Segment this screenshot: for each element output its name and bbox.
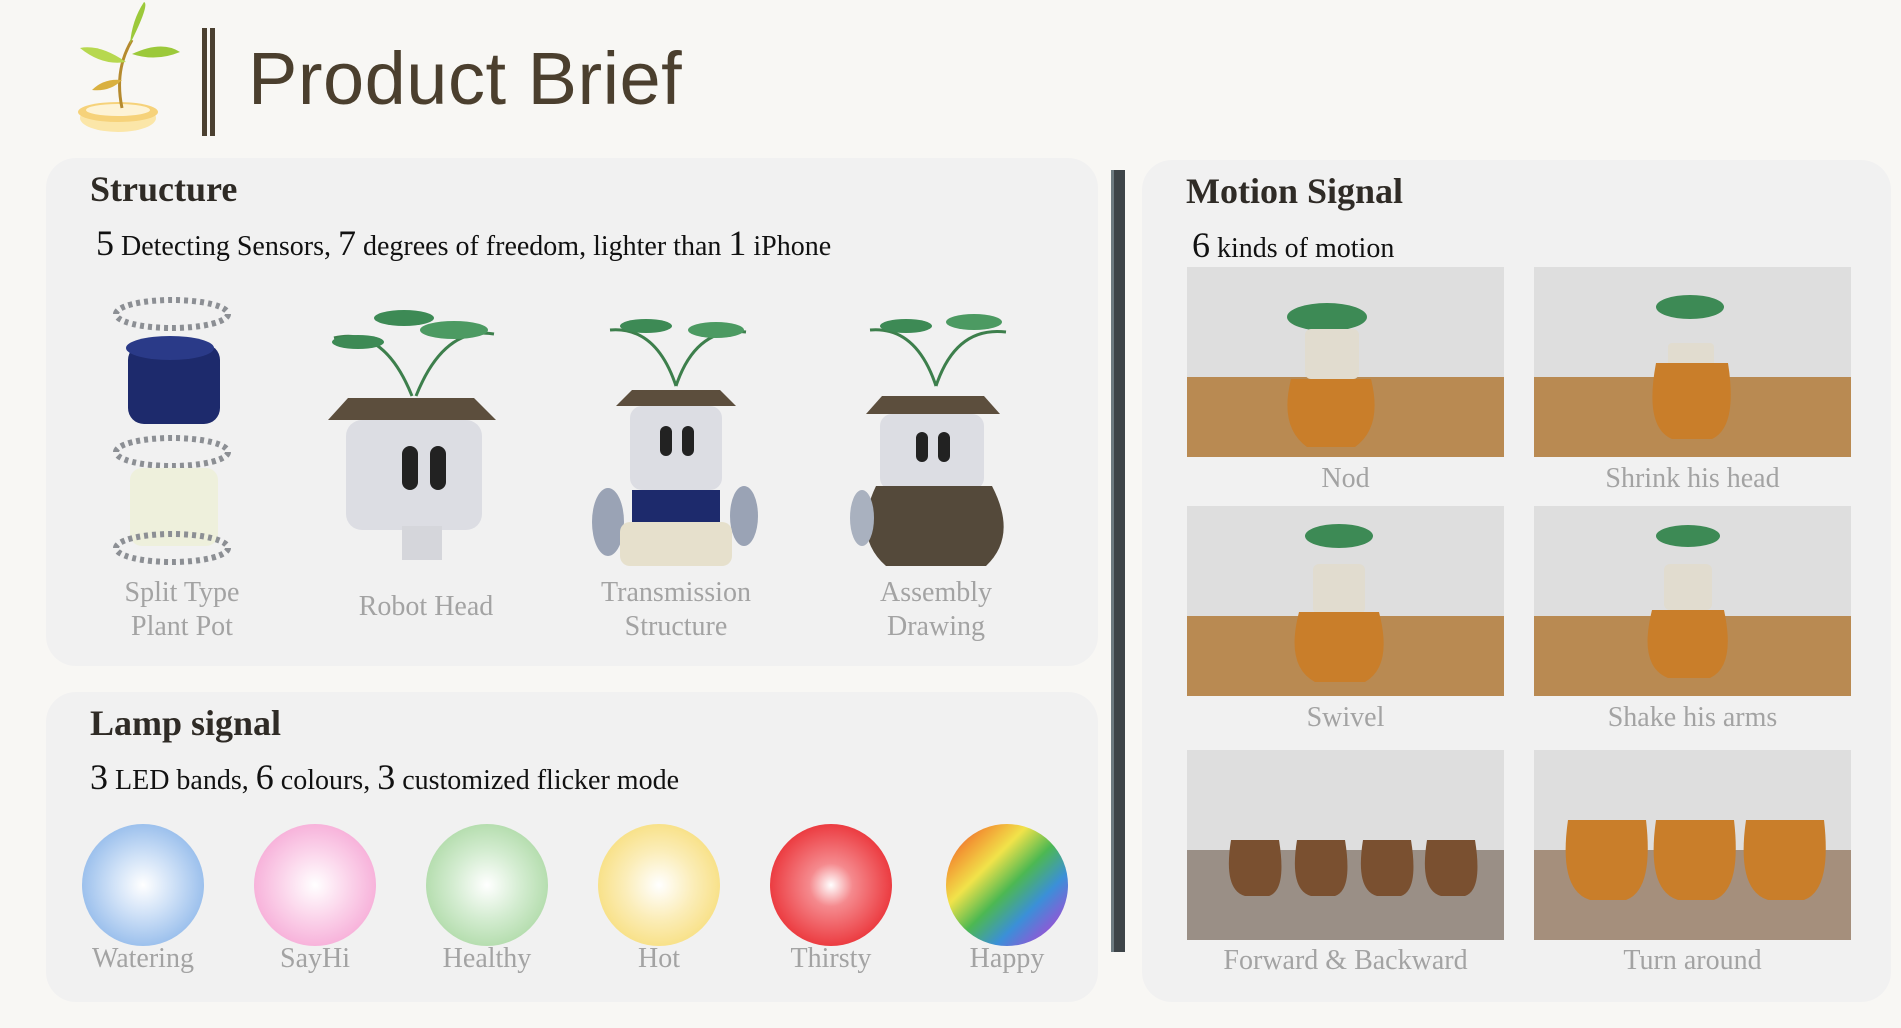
structure-panel: Structure 5 Detecting Sensors, 7 degrees…: [46, 158, 1098, 666]
motion-thumb-shrink-head: [1534, 267, 1851, 457]
plant-sprout-logo: [78, 2, 180, 132]
led-label-sayhi: SayHi: [280, 943, 350, 974]
led-happy: [946, 824, 1068, 946]
motion-title: Motion Signal: [1186, 171, 1404, 211]
motion-label-swivel: Swivel: [1306, 702, 1385, 733]
led-label-hot: Hot: [638, 943, 680, 974]
led-thirsty: [770, 824, 892, 946]
split-pot-image: [113, 297, 231, 565]
robot-head-image: [328, 310, 496, 560]
led-healthy: [426, 824, 548, 946]
lamp-panel: Lamp signal 3 LED bands, 6 colours, 3 cu…: [46, 692, 1098, 1002]
page-title: Product Brief: [248, 37, 683, 120]
caption-split-pot: Split Type Plant Pot: [124, 577, 240, 642]
transmission-structure-image: [592, 319, 758, 566]
structure-stat: 5 Detecting Sensors, 7 degrees of freedo…: [96, 223, 832, 263]
motion-stat: 6 kinds of motion: [1192, 225, 1395, 265]
caption-transmission: Transmission Structure: [601, 577, 751, 642]
motion-thumb-forward-backward: [1187, 750, 1504, 940]
led-label-happy: Happy: [969, 943, 1045, 974]
lamp-stat: 3 LED bands, 6 colours, 3 customized fli…: [90, 757, 679, 797]
led-label-thirsty: Thirsty: [790, 943, 872, 974]
motion-label-forward-backward: Forward & Backward: [1223, 945, 1468, 976]
led-hot: [598, 824, 720, 946]
led-sayhi: [254, 824, 376, 946]
structure-title: Structure: [90, 169, 238, 209]
motion-label-shrink-head: Shrink his head: [1605, 463, 1780, 494]
led-watering: [82, 824, 204, 946]
vertical-divider: [1111, 170, 1125, 952]
assembly-drawing-image: [850, 314, 1007, 566]
motion-label-shake-arms: Shake his arms: [1607, 702, 1778, 733]
motion-thumb-shake-arms: [1534, 506, 1851, 696]
led-label-watering: Watering: [92, 943, 194, 974]
motion-thumb-swivel: [1187, 506, 1504, 696]
title-separator: [202, 28, 216, 136]
motion-panel: Motion Signal 6 kinds of motion Nod Shri…: [1142, 160, 1891, 1002]
motion-thumb-nod: [1187, 267, 1504, 457]
motion-label-turn-around: Turn around: [1623, 945, 1762, 976]
caption-assembly: Assembly Drawing: [880, 577, 992, 642]
motion-label-nod: Nod: [1321, 463, 1370, 494]
motion-thumb-turn-around: [1534, 750, 1851, 940]
lamp-title: Lamp signal: [90, 703, 282, 743]
led-label-healthy: Healthy: [442, 943, 532, 974]
caption-robot-head: Robot Head: [358, 591, 494, 622]
